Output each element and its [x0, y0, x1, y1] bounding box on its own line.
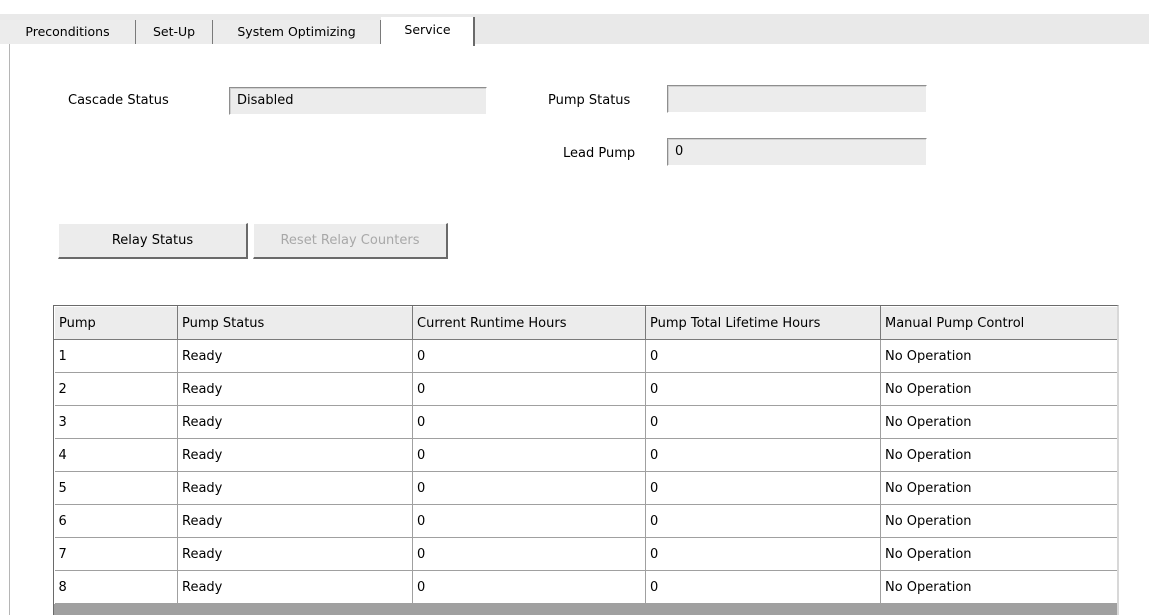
total-lifetime-hours-cell: 0 — [645, 504, 881, 538]
table-row[interactable]: 8 Ready 0 0 No Operation — [54, 570, 1117, 604]
manual-pump-control-cell[interactable]: No Operation — [880, 339, 1117, 373]
manual-pump-control-cell[interactable]: No Operation — [880, 471, 1117, 505]
total-lifetime-hours-cell: 0 — [645, 405, 881, 439]
pump-status-cell: Ready — [177, 438, 413, 472]
tab-strip-top — [0, 0, 1149, 14]
tab-system-optimizing[interactable]: System Optimizing — [213, 20, 381, 44]
pump-status-cell: Ready — [177, 339, 413, 373]
pump-number-cell: 6 — [54, 504, 178, 538]
table-row[interactable]: 4 Ready 0 0 No Operation — [54, 438, 1117, 472]
manual-pump-control-cell[interactable]: No Operation — [880, 372, 1117, 406]
pump-status-cell: Ready — [177, 537, 413, 571]
pump-number-cell: 4 — [54, 438, 178, 472]
tab-preconditions[interactable]: Preconditions — [0, 20, 136, 44]
relay-status-button[interactable]: Relay Status — [58, 223, 248, 259]
pump-status-label: Pump Status — [548, 93, 631, 108]
table-row[interactable]: 1 Ready 0 0 No Operation — [54, 339, 1117, 373]
pump-number-cell: 1 — [54, 339, 178, 373]
total-lifetime-hours-cell: 0 — [645, 339, 881, 373]
pump-table: Pump Pump Status Current Runtime Hours P… — [53, 305, 1119, 615]
pump-status-cell: Ready — [177, 570, 413, 604]
table-row[interactable]: 5 Ready 0 0 No Operation — [54, 471, 1117, 505]
total-lifetime-hours-cell: 0 — [645, 372, 881, 406]
table-header-row: Pump Pump Status Current Runtime Hours P… — [54, 306, 1117, 340]
manual-pump-control-cell[interactable]: No Operation — [880, 405, 1117, 439]
pump-status-cell: Ready — [177, 471, 413, 505]
cascade-status-label: Cascade Status — [68, 93, 169, 108]
table-row[interactable]: 6 Ready 0 0 No Operation — [54, 504, 1117, 538]
pump-status-cell: Ready — [177, 504, 413, 538]
current-runtime-hours-cell: 0 — [412, 471, 646, 505]
current-runtime-hours-cell: 0 — [412, 405, 646, 439]
pump-status-field — [667, 85, 927, 113]
pump-number-cell: 3 — [54, 405, 178, 439]
current-runtime-hours-cell: 0 — [412, 537, 646, 571]
total-lifetime-hours-cell: 0 — [645, 438, 881, 472]
pump-number-cell: 5 — [54, 471, 178, 505]
cascade-status-field: Disabled — [229, 87, 487, 115]
pump-number-cell: 8 — [54, 570, 178, 604]
total-lifetime-hours-cell: 0 — [645, 471, 881, 505]
table-row[interactable]: 3 Ready 0 0 No Operation — [54, 405, 1117, 439]
lead-pump-label: Lead Pump — [563, 146, 636, 161]
current-runtime-hours-cell: 0 — [412, 339, 646, 373]
manual-pump-control-cell[interactable]: No Operation — [880, 504, 1117, 538]
lead-pump-field: 0 — [667, 138, 927, 166]
current-runtime-hours-cell: 0 — [412, 372, 646, 406]
table-row[interactable]: 7 Ready 0 0 No Operation — [54, 537, 1117, 571]
tab-set-up[interactable]: Set-Up — [136, 20, 213, 44]
reset-relay-counters-button[interactable]: Reset Relay Counters — [253, 223, 448, 259]
column-header-manual-pump-control[interactable]: Manual Pump Control — [880, 306, 1117, 340]
column-header-pump-status[interactable]: Pump Status — [177, 306, 413, 340]
current-runtime-hours-cell: 0 — [412, 570, 646, 604]
current-runtime-hours-cell: 0 — [412, 504, 646, 538]
pump-number-cell: 2 — [54, 372, 178, 406]
current-runtime-hours-cell: 0 — [412, 438, 646, 472]
column-header-pump[interactable]: Pump — [54, 306, 178, 340]
total-lifetime-hours-cell: 0 — [645, 570, 881, 604]
manual-pump-control-cell[interactable]: No Operation — [880, 570, 1117, 604]
total-lifetime-hours-cell: 0 — [645, 537, 881, 571]
pump-status-cell: Ready — [177, 405, 413, 439]
pump-number-cell: 7 — [54, 537, 178, 571]
column-header-pump-total-lifetime-hours[interactable]: Pump Total Lifetime Hours — [645, 306, 881, 340]
column-header-current-runtime-hours[interactable]: Current Runtime Hours — [412, 306, 646, 340]
table-row[interactable]: 2 Ready 0 0 No Operation — [54, 372, 1117, 406]
pump-status-cell: Ready — [177, 372, 413, 406]
tab-service[interactable]: Service — [381, 17, 475, 46]
manual-pump-control-cell[interactable]: No Operation — [880, 438, 1117, 472]
manual-pump-control-cell[interactable]: No Operation — [880, 537, 1117, 571]
